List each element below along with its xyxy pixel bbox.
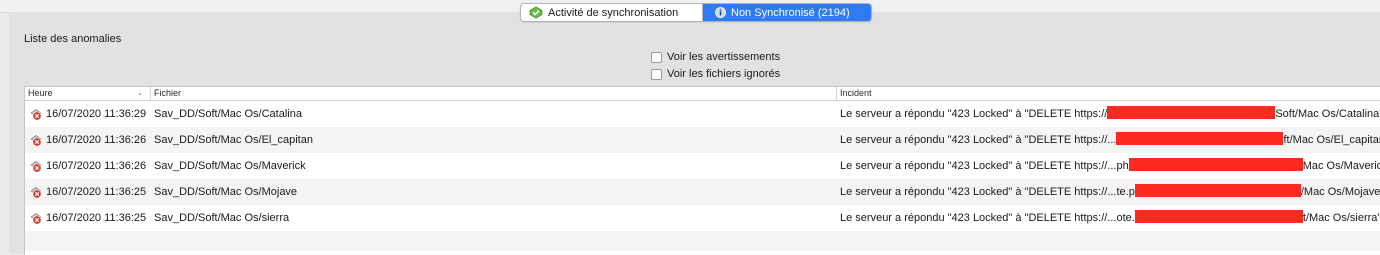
incident-text: Le serveur a répondu "423 Locked" à "DEL… (840, 134, 1117, 146)
error-sync-icon (30, 161, 42, 173)
incident-cell: Le serveur a répondu "423 Locked" à "DEL… (840, 153, 1380, 179)
empty-row (25, 231, 1380, 251)
incident-cell: Le serveur a répondu "423 Locked" à "DEL… (840, 179, 1380, 205)
table-header: Heure ⌄ Fichier Incident (25, 87, 1380, 101)
table-row[interactable]: 16/07/2020 11:36:26 Sav_DD/Soft/Mac Os/M… (25, 153, 1380, 179)
incident-text: Le serveur a répondu "423 Locked" à "DEL… (840, 186, 1135, 198)
anomalies-table: Heure ⌄ Fichier Incident 16/07/2020 11:3… (24, 86, 1380, 255)
chevron-down-icon: ⌄ (137, 90, 143, 97)
column-header-file[interactable]: Fichier (150, 87, 836, 100)
tab-not-synced[interactable]: Non Synchronisé (2194) (703, 4, 871, 21)
error-sync-icon (30, 213, 42, 225)
file-cell: Sav_DD/Soft/Mac Os/Catalina (154, 108, 302, 120)
incident-text: Le serveur a répondu "423 Locked" à "DEL… (840, 212, 1135, 224)
sync-check-icon (529, 6, 543, 19)
section-title: Liste des anomalies (24, 33, 122, 45)
column-title: Incident (840, 88, 872, 98)
file-cell: Sav_DD/Soft/Mac Os/Maverick (154, 160, 306, 172)
info-icon (715, 7, 726, 18)
time-cell: 16/07/2020 11:36:25 (46, 186, 147, 198)
show-ignored-files-checkbox[interactable]: Voir les fichiers ignorés (651, 68, 780, 80)
checkbox-label: Voir les fichiers ignorés (667, 68, 781, 80)
error-sync-icon (30, 187, 42, 199)
checkbox-box[interactable] (651, 51, 662, 63)
redaction-block (1128, 158, 1303, 171)
time-cell: 16/07/2020 11:36:29 (46, 108, 147, 120)
incident-cell: Le serveur a répondu "423 Locked" à "DEL… (840, 101, 1380, 127)
table-row[interactable]: 16/07/2020 11:36:25 Sav_DD/Soft/Mac Os/M… (25, 179, 1380, 205)
time-cell: 16/07/2020 11:36:25 (46, 212, 147, 224)
tab-label: Activité de synchronisation (548, 6, 679, 19)
time-cell: 16/07/2020 11:36:26 (46, 160, 147, 172)
table-row[interactable]: 16/07/2020 11:36:29 Sav_DD/Soft/Mac Os/C… (25, 101, 1380, 127)
incident-text: Le serveur a répondu "423 Locked" à "DEL… (840, 108, 1108, 120)
error-sync-icon (30, 135, 42, 147)
view-switcher: Activité de synchronisation Non Synchron… (520, 3, 872, 22)
tab-sync-activity[interactable]: Activité de synchronisation (521, 4, 703, 21)
file-cell: Sav_DD/Soft/Mac Os/El_capitan (154, 134, 313, 146)
incident-cell: Le serveur a répondu "423 Locked" à "DEL… (840, 205, 1380, 231)
table-row[interactable]: 16/07/2020 11:36:26 Sav_DD/Soft/Mac Os/E… (25, 127, 1380, 153)
file-cell: Sav_DD/Soft/Mac Os/sierra (154, 212, 290, 224)
tab-label: Non Synchronisé (2194) (731, 6, 850, 19)
redaction-block (1134, 210, 1303, 223)
time-cell: 16/07/2020 11:36:26 (46, 134, 147, 146)
checkbox-label: Voir les avertissements (667, 51, 781, 63)
redaction-block (1116, 132, 1284, 145)
error-sync-icon (30, 109, 42, 121)
table-row[interactable]: 16/07/2020 11:36:25 Sav_DD/Soft/Mac Os/s… (25, 205, 1380, 231)
show-warnings-checkbox[interactable]: Voir les avertissements (651, 51, 780, 63)
incident-path: t/Mac Os/sierra" (1302, 212, 1380, 224)
incident-path: /Mac Os/Mojave" (1300, 186, 1380, 198)
incident-path: Mac Os/Maverick" (1302, 160, 1380, 172)
file-cell: Sav_DD/Soft/Mac Os/Mojave (154, 186, 298, 198)
redaction-block (1134, 184, 1301, 197)
redaction-block (1107, 106, 1276, 119)
checkbox-box[interactable] (651, 68, 662, 80)
incident-cell: Le serveur a répondu "423 Locked" à "DEL… (840, 127, 1380, 153)
column-header-time[interactable]: Heure ⌄ (25, 87, 149, 100)
column-header-incident[interactable]: Incident (836, 87, 1380, 100)
column-title: Heure (28, 88, 53, 98)
column-title: Fichier (154, 88, 182, 98)
incident-text: Le serveur a répondu "423 Locked" à "DEL… (840, 160, 1129, 172)
incident-path: ft/Mac Os/El_capitan" (1283, 134, 1380, 146)
incident-path: Soft/Mac Os/Catalina" (1275, 108, 1380, 120)
